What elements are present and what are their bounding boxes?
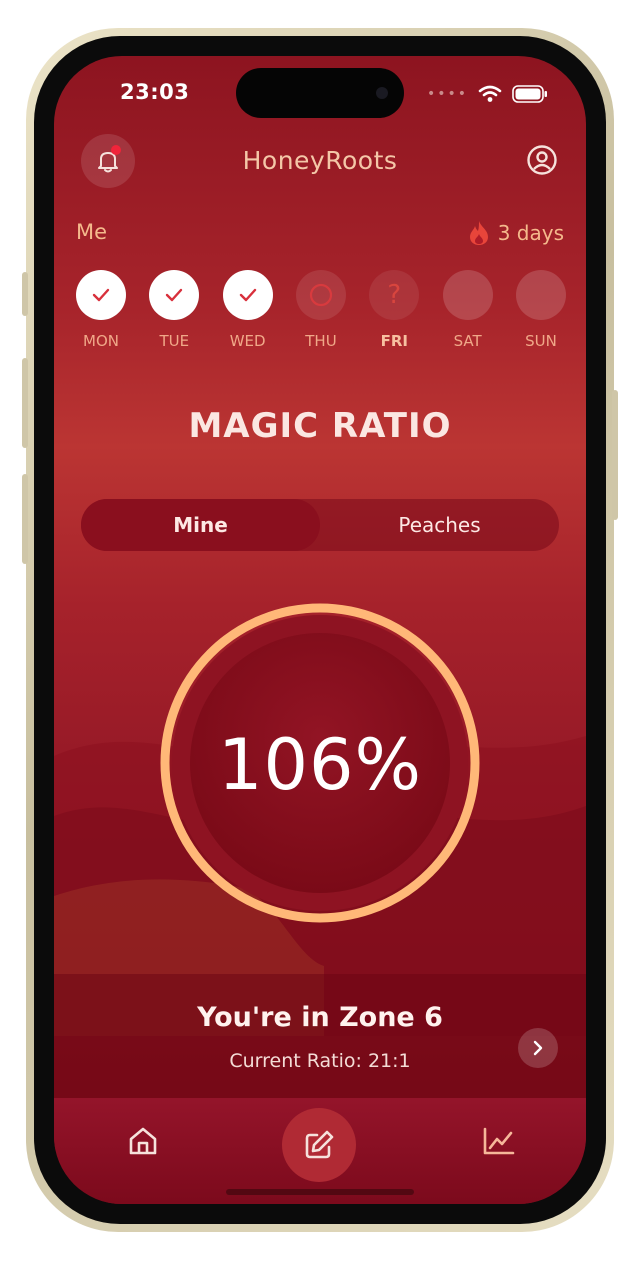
day-label: WED bbox=[229, 332, 266, 350]
toggle-option-peaches[interactable]: Peaches bbox=[320, 499, 559, 551]
wifi-icon bbox=[478, 85, 502, 102]
day-circle-today: ? bbox=[369, 270, 420, 320]
day-tue[interactable]: TUE bbox=[149, 270, 200, 350]
day-label: SUN bbox=[525, 332, 557, 350]
check-icon bbox=[239, 288, 256, 302]
dynamic-island bbox=[236, 68, 404, 118]
check-icon bbox=[92, 288, 110, 302]
weekday-tracker: MON TUE WED THU ? FRI SAT SUN bbox=[76, 270, 566, 350]
day-wed[interactable]: WED bbox=[222, 270, 273, 350]
ratio-owner-toggle: Mine Peaches bbox=[81, 499, 559, 551]
streak-user-label: Me bbox=[76, 220, 108, 244]
day-label: THU bbox=[305, 332, 337, 350]
camera-lens bbox=[376, 87, 388, 99]
day-label: SAT bbox=[453, 332, 482, 350]
question-mark-icon: ? bbox=[387, 280, 402, 310]
zone-summary-panel[interactable]: You're in Zone 6 Current Ratio: 21:1 bbox=[54, 974, 586, 1098]
side-button-volume-up bbox=[22, 358, 28, 448]
streak-days-count: 3 days bbox=[497, 221, 564, 245]
cellular-signal-dots: •••• bbox=[426, 86, 468, 102]
app-bar: HoneyRoots bbox=[54, 134, 586, 190]
toggle-option-mine[interactable]: Mine bbox=[81, 499, 320, 551]
chart-line-icon[interactable] bbox=[482, 1126, 516, 1156]
zone-details-button[interactable] bbox=[518, 1028, 558, 1068]
day-label: MON bbox=[83, 332, 119, 350]
ratio-percentage: 106% bbox=[217, 724, 423, 806]
chevron-right-icon bbox=[533, 1040, 543, 1056]
app-screen: 23:03 •••• HoneyRoots Me 3 days MON TUE … bbox=[54, 56, 586, 1204]
battery-icon bbox=[512, 85, 547, 103]
side-button-silent bbox=[22, 272, 28, 316]
app-title: HoneyRoots bbox=[242, 146, 398, 175]
current-ratio-text: Current Ratio: 21:1 bbox=[229, 1050, 411, 1072]
side-button-volume-down bbox=[22, 474, 28, 564]
ring-icon bbox=[309, 283, 333, 307]
home-indicator bbox=[226, 1189, 414, 1195]
status-icons: •••• bbox=[427, 84, 548, 104]
day-circle-future bbox=[515, 270, 566, 320]
day-label: FRI bbox=[380, 332, 408, 350]
home-icon[interactable] bbox=[126, 1124, 160, 1158]
day-circle-pending bbox=[295, 270, 346, 320]
zone-title: You're in Zone 6 bbox=[197, 1002, 443, 1033]
user-circle-icon[interactable] bbox=[526, 144, 558, 176]
streak-counter: 3 days bbox=[468, 220, 564, 246]
status-time: 23:03 bbox=[120, 80, 190, 104]
day-circle-done bbox=[222, 270, 273, 320]
day-sun[interactable]: SUN bbox=[515, 270, 566, 350]
compose-button[interactable] bbox=[282, 1108, 356, 1182]
day-circle-future bbox=[442, 270, 493, 320]
day-circle-done bbox=[76, 270, 126, 320]
check-icon bbox=[166, 288, 183, 302]
day-fri[interactable]: ? FRI bbox=[369, 270, 420, 350]
day-sat[interactable]: SAT bbox=[442, 270, 493, 350]
section-title: MAGIC RATIO bbox=[188, 406, 452, 446]
day-circle-done bbox=[149, 270, 200, 320]
day-thu[interactable]: THU bbox=[295, 270, 346, 350]
edit-icon bbox=[305, 1130, 334, 1159]
day-mon[interactable]: MON bbox=[76, 270, 126, 350]
side-button-power bbox=[612, 390, 618, 520]
flame-icon bbox=[469, 221, 488, 245]
day-label: TUE bbox=[159, 332, 190, 350]
